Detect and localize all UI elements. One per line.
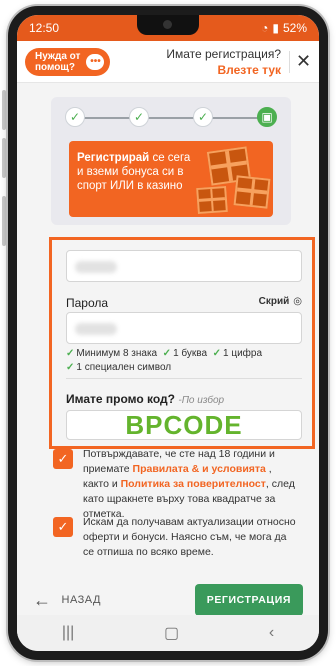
- have-account-text: Имате регистрация?: [166, 46, 281, 61]
- android-nav-bar: ||| ▢ ‹: [17, 615, 319, 651]
- arrow-left-icon: ←: [33, 589, 52, 610]
- promo-code-field[interactable]: BPCODE: [66, 410, 302, 440]
- app-header: Нужда от помощ? ••• Имате регистрация? В…: [17, 41, 319, 83]
- step-indicator: ✓ ✓ ✓ ▣: [65, 107, 277, 129]
- gift-box-icon: [196, 185, 228, 215]
- password-rules: ✓ Минимум 8 знака ✓ 1 буква ✓ 1 цифра: [66, 348, 263, 359]
- recent-apps-icon[interactable]: |||: [62, 624, 74, 642]
- terms-text: Потвърждавате, че сте над 18 години и пр…: [83, 448, 295, 520]
- volume-down-button: [2, 138, 6, 178]
- privacy-link[interactable]: Политика за поверителност: [121, 478, 266, 490]
- blurred-value: [75, 323, 117, 335]
- password-field[interactable]: [66, 312, 302, 344]
- back-button[interactable]: ← НАЗАД: [33, 590, 101, 611]
- terms-consent: ✓ Потвърждавате, че сте над 18 години и …: [53, 447, 299, 522]
- blurred-value: [75, 261, 117, 273]
- status-time: 12:50: [29, 21, 60, 35]
- phone-frame: 12:50 ◔ ▮ 52% Нужда от помощ? ••• Имате …: [8, 6, 328, 660]
- power-button: [2, 196, 6, 246]
- password-label: Парола: [66, 296, 109, 310]
- help-label: Нужда от помощ?: [35, 50, 81, 73]
- signal-icon: ▮: [272, 21, 279, 35]
- show-password-toggle[interactable]: Скрий ◎: [259, 296, 302, 307]
- status-icons: ◔ ▮ 52%: [261, 21, 307, 35]
- divider: [66, 378, 302, 379]
- back-label: НАЗАД: [61, 594, 101, 606]
- registration-form-highlight: Парола Скрий ◎ ✓ Минимум 8 знака ✓ 1 буква…: [49, 237, 315, 449]
- check-icon: ✓: [212, 348, 221, 359]
- volume-up-button: [2, 90, 6, 130]
- progress-card: ✓ ✓ ✓ ▣ Регистрирай се сега и вземи бону…: [51, 97, 291, 225]
- help-button[interactable]: Нужда от помощ? •••: [25, 47, 111, 76]
- step-line: [75, 117, 267, 119]
- login-link[interactable]: Влезте тук: [166, 63, 281, 77]
- terms-link[interactable]: Правилата & и условията: [133, 463, 266, 475]
- wifi-icon: ◔: [261, 21, 269, 35]
- close-icon[interactable]: ✕: [289, 50, 311, 73]
- promo-code-value: BPCODE: [125, 409, 243, 440]
- register-button[interactable]: РЕГИСТРАЦИЯ: [194, 584, 303, 616]
- promo-banner: Регистрирай се сега и вземи бонуса си в …: [69, 141, 273, 217]
- camera-notch: [137, 15, 199, 35]
- step-1-check-icon: ✓: [65, 107, 85, 127]
- step-2-check-icon: ✓: [129, 107, 149, 127]
- marketing-checkbox[interactable]: ✓: [53, 517, 73, 537]
- login-prompt: Имате регистрация? Влезте тук: [166, 47, 281, 77]
- promo-optional-hint: -По избор: [178, 395, 225, 406]
- back-nav-icon[interactable]: ‹: [269, 624, 274, 642]
- chat-bubble-icon: •••: [86, 53, 105, 70]
- promo-code-label: Имате промо код? -По избор: [66, 392, 225, 406]
- gift-box-icon: [233, 175, 271, 209]
- show-password-label: Скрий: [258, 296, 290, 307]
- step-4-gift-icon: ▣: [257, 107, 277, 127]
- email-field[interactable]: [66, 250, 302, 282]
- terms-checkbox[interactable]: ✓: [53, 449, 73, 469]
- check-icon: ✓: [66, 362, 75, 373]
- home-icon[interactable]: ▢: [164, 623, 179, 643]
- step-3-check-icon: ✓: [193, 107, 213, 127]
- check-icon: ✓: [162, 348, 172, 359]
- marketing-consent: ✓ Искам да получавам актуализации относн…: [53, 515, 299, 560]
- eye-slash-icon: ◎: [293, 296, 302, 307]
- check-icon: ✓: [66, 348, 75, 359]
- marketing-text: Искам да получавам актуализации относно …: [83, 516, 296, 558]
- status-bar: 12:50 ◔ ▮ 52%: [17, 15, 319, 41]
- banner-text: Регистрирай се сега и вземи бонуса си в …: [77, 152, 191, 192]
- battery-level: 52%: [282, 21, 307, 35]
- password-rules-line2: ✓ 1 специален символ: [66, 362, 172, 373]
